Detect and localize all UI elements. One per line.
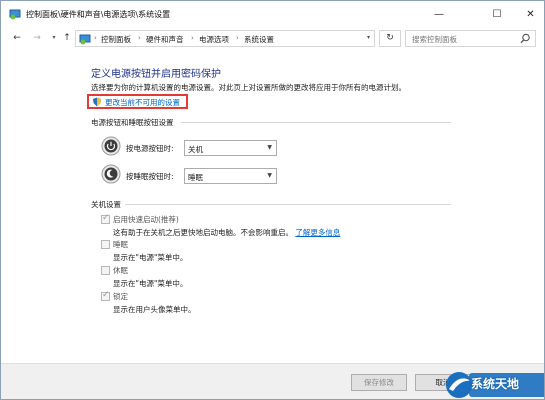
fast-startup-description: 这有助于在关机之后更快地启动电脑。不会影响重启。 了解更多信息 — [113, 227, 340, 238]
power-buttons-section-title: 电源按钮和睡眠按钮设置 — [91, 118, 174, 127]
sleep-description: 显示在"电源"菜单中。 — [113, 253, 188, 262]
power-button-action-value: 关机 — [188, 145, 203, 154]
learn-more-link[interactable]: 了解更多信息 — [295, 228, 340, 237]
chevron-down-icon: ▼ — [267, 144, 272, 151]
change-unavailable-settings-link[interactable]: 更改当前不可用的设置 — [87, 94, 188, 109]
site-watermark-logo: 系统天地 — [445, 367, 544, 399]
address-dropdown-icon[interactable]: ▾ — [367, 34, 370, 41]
close-button[interactable]: ✕ — [515, 1, 544, 27]
title-bar: 控制面板\硬件和声音\电源选项\系统设置 — ☐ ✕ — [1, 1, 544, 27]
hibernate-description: 显示在"电源"菜单中。 — [113, 279, 188, 288]
save-changes-button[interactable]: 保存修改 — [351, 374, 407, 391]
maximize-button[interactable]: ☐ — [477, 1, 517, 27]
lock-label: 锁定 — [113, 292, 128, 301]
breadcrumb-separator: › — [138, 34, 141, 42]
checkmark-icon: ✓ — [102, 213, 110, 223]
lock-checkbox[interactable]: ✓ — [101, 290, 110, 301]
control-panel-window: 控制面板\硬件和声音\电源选项\系统设置 — ☐ ✕ ← → ▾ ↑ › 控制面… — [0, 0, 545, 400]
recent-locations-chevron-icon[interactable]: ▾ — [48, 32, 60, 44]
section-divider — [125, 204, 451, 205]
sleep-checkbox[interactable] — [101, 240, 110, 249]
page-description: 选择要为你的计算机设置的电源设置。对此页上对设置所做的更改将应用于你所有的电源计… — [91, 83, 406, 92]
breadcrumb-control-panel[interactable]: 控制面板 — [101, 34, 131, 45]
control-panel-icon — [9, 8, 21, 20]
breadcrumb-separator: › — [191, 34, 194, 42]
fast-startup-desc-text: 这有助于在关机之后更快地启动电脑。不会影响重启。 — [113, 228, 293, 237]
search-placeholder: 搜索控制面板 — [412, 35, 457, 44]
sleep-icon — [101, 164, 121, 184]
sleep-label: 睡眠 — [113, 240, 128, 249]
sleep-button-action-value: 睡眠 — [188, 173, 203, 182]
address-bar[interactable]: › 控制面板 › 硬件和声音 › 电源选项 › 系统设置 ▾ — [75, 30, 375, 47]
shield-icon — [92, 97, 102, 107]
control-panel-icon — [79, 33, 91, 45]
up-arrow-icon[interactable]: ↑ — [61, 32, 73, 44]
shutdown-section-title: 关机设置 — [91, 200, 121, 209]
breadcrumb-power-options[interactable]: 电源选项 — [199, 34, 229, 45]
settings-content: 定义电源按钮并启用密码保护 选择要为你的计算机设置的电源设置。对此页上对设置所做… — [1, 49, 544, 363]
power-icon — [101, 136, 121, 156]
hibernate-checkbox[interactable] — [101, 266, 110, 275]
window-title: 控制面板\硬件和声音\电源选项\系统设置 — [26, 10, 171, 19]
breadcrumb-separator: › — [94, 34, 97, 42]
search-input[interactable]: 搜索控制面板 — [405, 30, 536, 47]
fast-startup-checkbox[interactable]: ✓ — [101, 213, 110, 224]
navigation-bar: ← → ▾ ↑ › 控制面板 › 硬件和声音 › 电源选项 › 系统设置 ▾ ↻… — [1, 27, 544, 49]
section-divider — [181, 122, 451, 123]
breadcrumb-system-settings[interactable]: 系统设置 — [244, 34, 274, 45]
change-settings-link-text[interactable]: 更改当前不可用的设置 — [105, 97, 180, 108]
forward-arrow-icon[interactable]: → — [31, 32, 43, 44]
back-arrow-icon[interactable]: ← — [11, 32, 23, 44]
minimize-button[interactable]: — — [419, 1, 459, 27]
watermark-text: 系统天地 — [471, 377, 520, 391]
lock-description: 显示在用户头像菜单中。 — [113, 305, 196, 314]
refresh-button[interactable]: ↻ — [379, 30, 401, 47]
page-title: 定义电源按钮并启用密码保护 — [91, 69, 221, 80]
power-button-action-select[interactable]: 关机 ▼ — [184, 140, 277, 156]
sleep-button-label: 按睡眠按钮时: — [126, 172, 174, 181]
breadcrumb-hardware-sound[interactable]: 硬件和声音 — [146, 34, 184, 45]
checkmark-icon: ✓ — [102, 290, 110, 300]
breadcrumb-separator: › — [236, 34, 239, 42]
fast-startup-label: 启用快速启动(推荐) — [113, 215, 179, 224]
chevron-down-icon: ▼ — [267, 172, 272, 179]
search-icon — [520, 33, 531, 44]
hibernate-label: 休眠 — [113, 266, 128, 275]
power-button-label: 按电源按钮时: — [126, 144, 174, 153]
sleep-button-action-select[interactable]: 睡眠 ▼ — [184, 168, 277, 184]
